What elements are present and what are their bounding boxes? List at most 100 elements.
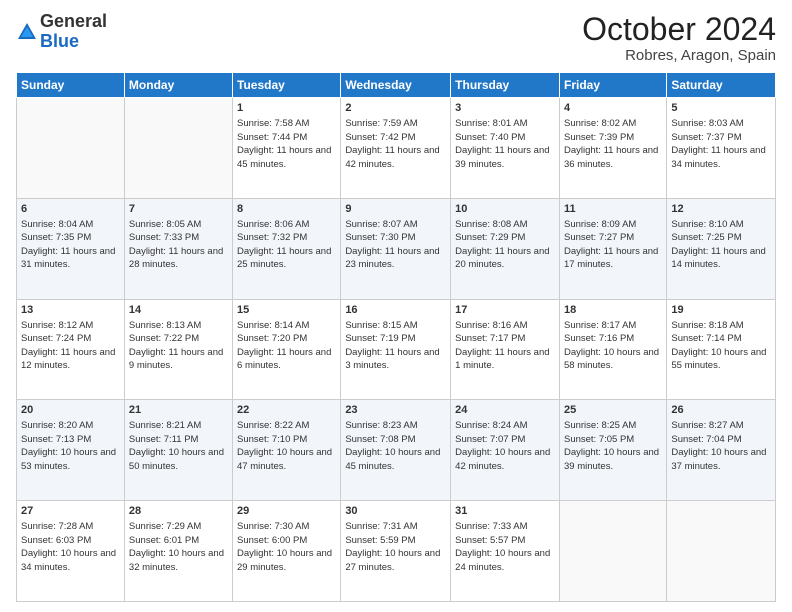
table-row: 8 Sunrise: 8:06 AM Sunset: 7:32 PM Daylig… — [233, 198, 341, 299]
day-info: Sunrise: 7:30 AM Sunset: 6:00 PM Dayligh… — [237, 521, 332, 573]
day-number: 18 — [564, 303, 662, 318]
day-number: 9 — [345, 202, 446, 217]
day-number: 14 — [129, 303, 228, 318]
table-row: 10Sunrise: 8:08 AM Sunset: 7:29 PM Dayli… — [451, 198, 560, 299]
day-number: 25 — [564, 403, 662, 418]
weekday-sunday: Sunday — [17, 73, 125, 98]
table-row: 22 Sunrise: 8:22 AM Sunset: 7:10 PM Dayli… — [233, 400, 341, 501]
table-row: 16 Sunrise: 8:15 AM Sunset: 7:19 PM Dayli… — [341, 299, 451, 400]
table-row: 5 Sunrise: 8:03 AM Sunset: 7:37 PM Daylig… — [667, 98, 776, 199]
logo: General Blue — [16, 12, 107, 52]
day-number: 23 — [345, 403, 446, 418]
day-info: Sunrise: 8:09 AM Sunset: 7:27 PM Dayligh… — [564, 219, 658, 271]
day-info: Sunrise: 8:07 AM Sunset: 7:30 PM Dayligh… — [345, 219, 439, 271]
day-info: Sunrise: 7:58 AM Sunset: 7:44 PM Dayligh… — [237, 118, 331, 170]
logo-icon — [16, 21, 38, 43]
day-info: Sunrise: 8:10 AM Sunset: 7:25 PM Dayligh… — [671, 219, 765, 271]
weekday-wednesday: Wednesday — [341, 73, 451, 98]
table-row: 20Sunrise: 8:20 AM Sunset: 7:13 PM Dayli… — [17, 400, 125, 501]
weekday-friday: Friday — [559, 73, 666, 98]
table-row: 29 Sunrise: 7:30 AM Sunset: 6:00 PM Dayli… — [233, 501, 341, 602]
table-row: 7Sunrise: 8:05 AM Sunset: 7:33 PM Daylig… — [124, 198, 232, 299]
title-location: Robres, Aragon, Spain — [582, 47, 776, 64]
table-row: 26 Sunrise: 8:27 AM Sunset: 7:04 PM Dayli… — [667, 400, 776, 501]
calendar-week-row: 6 Sunrise: 8:04 AM Sunset: 7:35 PM Daylig… — [17, 198, 776, 299]
table-row: 6 Sunrise: 8:04 AM Sunset: 7:35 PM Daylig… — [17, 198, 125, 299]
table-row: 14 Sunrise: 8:13 AM Sunset: 7:22 PM Dayli… — [124, 299, 232, 400]
weekday-header-row: Sunday Monday Tuesday Wednesday Thursday… — [17, 73, 776, 98]
day-info: Sunrise: 8:02 AM Sunset: 7:39 PM Dayligh… — [564, 118, 658, 170]
logo-general: General — [40, 12, 107, 32]
day-info: Sunrise: 7:28 AM Sunset: 6:03 PM Dayligh… — [21, 521, 116, 573]
day-number: 15 — [237, 303, 336, 318]
day-number: 5 — [671, 101, 771, 116]
calendar-week-row: 27Sunrise: 7:28 AM Sunset: 6:03 PM Dayli… — [17, 501, 776, 602]
day-info: Sunrise: 8:21 AM Sunset: 7:11 PM Dayligh… — [129, 420, 224, 472]
table-row: 13 Sunrise: 8:12 AM Sunset: 7:24 PM Dayli… — [17, 299, 125, 400]
day-info: Sunrise: 8:24 AM Sunset: 7:07 PM Dayligh… — [455, 420, 550, 472]
day-number: 31 — [455, 504, 555, 519]
day-number: 20 — [21, 403, 120, 418]
day-info: Sunrise: 8:12 AM Sunset: 7:24 PM Dayligh… — [21, 320, 115, 372]
day-info: Sunrise: 7:29 AM Sunset: 6:01 PM Dayligh… — [129, 521, 224, 573]
day-number: 8 — [237, 202, 336, 217]
table-row: 30 Sunrise: 7:31 AM Sunset: 5:59 PM Dayli… — [341, 501, 451, 602]
calendar-week-row: 1 Sunrise: 7:58 AM Sunset: 7:44 PM Daylig… — [17, 98, 776, 199]
day-info: Sunrise: 7:31 AM Sunset: 5:59 PM Dayligh… — [345, 521, 440, 573]
day-number: 21 — [129, 403, 228, 418]
day-info: Sunrise: 8:04 AM Sunset: 7:35 PM Dayligh… — [21, 219, 115, 271]
day-number: 11 — [564, 202, 662, 217]
day-info: Sunrise: 8:16 AM Sunset: 7:17 PM Dayligh… — [455, 320, 549, 372]
table-row: 24 Sunrise: 8:24 AM Sunset: 7:07 PM Dayli… — [451, 400, 560, 501]
day-number: 3 — [455, 101, 555, 116]
table-row: 21 Sunrise: 8:21 AM Sunset: 7:11 PM Dayli… — [124, 400, 232, 501]
day-number: 13 — [21, 303, 120, 318]
day-number: 29 — [237, 504, 336, 519]
day-info: Sunrise: 8:25 AM Sunset: 7:05 PM Dayligh… — [564, 420, 659, 472]
table-row: 15 Sunrise: 8:14 AM Sunset: 7:20 PM Dayli… — [233, 299, 341, 400]
weekday-saturday: Saturday — [667, 73, 776, 98]
calendar: Sunday Monday Tuesday Wednesday Thursday… — [16, 72, 776, 602]
weekday-thursday: Thursday — [451, 73, 560, 98]
calendar-week-row: 13 Sunrise: 8:12 AM Sunset: 7:24 PM Dayli… — [17, 299, 776, 400]
day-number: 1 — [237, 101, 336, 116]
day-number: 6 — [21, 202, 120, 217]
day-number: 24 — [455, 403, 555, 418]
day-info: Sunrise: 8:15 AM Sunset: 7:19 PM Dayligh… — [345, 320, 439, 372]
day-info: Sunrise: 8:08 AM Sunset: 7:29 PM Dayligh… — [455, 219, 549, 271]
table-row: 25 Sunrise: 8:25 AM Sunset: 7:05 PM Dayli… — [559, 400, 666, 501]
day-info: Sunrise: 8:17 AM Sunset: 7:16 PM Dayligh… — [564, 320, 659, 372]
weekday-monday: Monday — [124, 73, 232, 98]
calendar-week-row: 20Sunrise: 8:20 AM Sunset: 7:13 PM Dayli… — [17, 400, 776, 501]
day-info: Sunrise: 8:01 AM Sunset: 7:40 PM Dayligh… — [455, 118, 549, 170]
page: General Blue October 2024 Robres, Aragon… — [0, 0, 792, 612]
table-row: 19Sunrise: 8:18 AM Sunset: 7:14 PM Dayli… — [667, 299, 776, 400]
title-block: October 2024 Robres, Aragon, Spain — [582, 12, 776, 64]
day-number: 12 — [671, 202, 771, 217]
day-info: Sunrise: 8:27 AM Sunset: 7:04 PM Dayligh… — [671, 420, 766, 472]
day-number: 17 — [455, 303, 555, 318]
header: General Blue October 2024 Robres, Aragon… — [16, 12, 776, 64]
logo-blue: Blue — [40, 32, 107, 52]
day-info: Sunrise: 8:14 AM Sunset: 7:20 PM Dayligh… — [237, 320, 331, 372]
day-info: Sunrise: 8:03 AM Sunset: 7:37 PM Dayligh… — [671, 118, 765, 170]
table-row: 4Sunrise: 8:02 AM Sunset: 7:39 PM Daylig… — [559, 98, 666, 199]
day-info: Sunrise: 7:59 AM Sunset: 7:42 PM Dayligh… — [345, 118, 439, 170]
table-row: 11 Sunrise: 8:09 AM Sunset: 7:27 PM Dayli… — [559, 198, 666, 299]
day-number: 2 — [345, 101, 446, 116]
day-info: Sunrise: 8:23 AM Sunset: 7:08 PM Dayligh… — [345, 420, 440, 472]
table-row — [17, 98, 125, 199]
day-number: 28 — [129, 504, 228, 519]
day-number: 30 — [345, 504, 446, 519]
day-number: 19 — [671, 303, 771, 318]
day-info: Sunrise: 8:13 AM Sunset: 7:22 PM Dayligh… — [129, 320, 223, 372]
day-number: 22 — [237, 403, 336, 418]
day-info: Sunrise: 8:06 AM Sunset: 7:32 PM Dayligh… — [237, 219, 331, 271]
table-row: 17 Sunrise: 8:16 AM Sunset: 7:17 PM Dayli… — [451, 299, 560, 400]
weekday-tuesday: Tuesday — [233, 73, 341, 98]
day-number: 16 — [345, 303, 446, 318]
table-row: 28 Sunrise: 7:29 AM Sunset: 6:01 PM Dayli… — [124, 501, 232, 602]
day-number: 26 — [671, 403, 771, 418]
day-info: Sunrise: 8:22 AM Sunset: 7:10 PM Dayligh… — [237, 420, 332, 472]
table-row: 9 Sunrise: 8:07 AM Sunset: 7:30 PM Daylig… — [341, 198, 451, 299]
